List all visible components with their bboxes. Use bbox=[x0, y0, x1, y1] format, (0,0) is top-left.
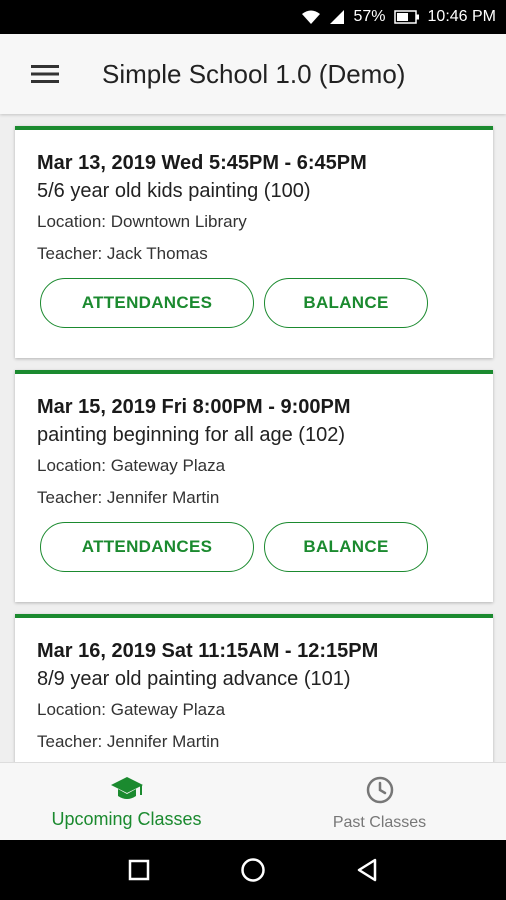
class-datetime: Mar 16, 2019 Sat 11:15AM - 12:15PM bbox=[37, 640, 379, 662]
nav-upcoming-classes[interactable]: Upcoming Classes bbox=[0, 763, 253, 840]
circle-icon bbox=[241, 858, 265, 882]
attendances-button[interactable]: ATTENDANCES bbox=[40, 278, 254, 328]
hamburger-menu-icon bbox=[31, 65, 59, 83]
nav-past-label: Past Classes bbox=[332, 814, 427, 831]
class-card[interactable]: Mar 16, 2019 Sat 11:15AM - 12:15PM 8/9 y… bbox=[15, 614, 493, 762]
attendances-button[interactable]: ATTENDANCES bbox=[40, 522, 254, 572]
battery-icon bbox=[393, 10, 420, 24]
balance-button[interactable]: BALANCE bbox=[264, 278, 428, 328]
back-triangle-icon bbox=[357, 858, 377, 882]
class-course: 8/9 year old painting advance (101) bbox=[37, 668, 351, 690]
class-teacher: Teacher: Jennifer Martin bbox=[37, 488, 220, 507]
class-course: 5/6 year old kids painting (100) bbox=[37, 180, 311, 202]
home-button[interactable] bbox=[196, 840, 310, 900]
app-bar: Simple School 1.0 (Demo) bbox=[0, 34, 506, 114]
clock-time: 10:46 PM bbox=[427, 8, 496, 25]
bottom-navigation: Upcoming Classes Past Classes bbox=[0, 762, 506, 840]
nav-upcoming-label: Upcoming Classes bbox=[51, 809, 202, 829]
class-list[interactable]: Mar 13, 2019 Wed 5:45PM - 6:45PM 5/6 yea… bbox=[0, 114, 506, 762]
balance-button[interactable]: BALANCE bbox=[264, 522, 428, 572]
back-button[interactable] bbox=[310, 840, 424, 900]
clock-icon bbox=[366, 776, 393, 804]
class-datetime: Mar 15, 2019 Fri 8:00PM - 9:00PM bbox=[37, 396, 351, 418]
class-location: Location: Gateway Plaza bbox=[37, 700, 226, 719]
class-location: Location: Gateway Plaza bbox=[37, 456, 226, 475]
menu-button[interactable] bbox=[0, 34, 90, 114]
wifi-icon bbox=[301, 9, 321, 25]
signal-icon bbox=[329, 9, 345, 25]
class-card[interactable]: Mar 15, 2019 Fri 8:00PM - 9:00PM paintin… bbox=[15, 370, 493, 602]
class-course: painting beginning for all age (102) bbox=[37, 424, 345, 446]
graduation-cap-icon bbox=[110, 777, 143, 799]
battery-percent: 57% bbox=[353, 8, 386, 25]
class-teacher: Teacher: Jack Thomas bbox=[37, 244, 208, 263]
system-navigation-bar bbox=[0, 840, 506, 900]
class-location: Location: Downtown Library bbox=[37, 212, 247, 231]
class-teacher: Teacher: Jennifer Martin bbox=[37, 732, 220, 751]
class-card[interactable]: Mar 13, 2019 Wed 5:45PM - 6:45PM 5/6 yea… bbox=[15, 126, 493, 358]
class-datetime: Mar 13, 2019 Wed 5:45PM - 6:45PM bbox=[37, 152, 367, 174]
square-icon bbox=[128, 859, 150, 881]
status-bar: 57% 10:46 PM bbox=[0, 0, 506, 34]
nav-past-classes[interactable]: Past Classes bbox=[253, 763, 506, 840]
app-title: Simple School 1.0 (Demo) bbox=[102, 58, 406, 89]
recents-button[interactable] bbox=[82, 840, 196, 900]
